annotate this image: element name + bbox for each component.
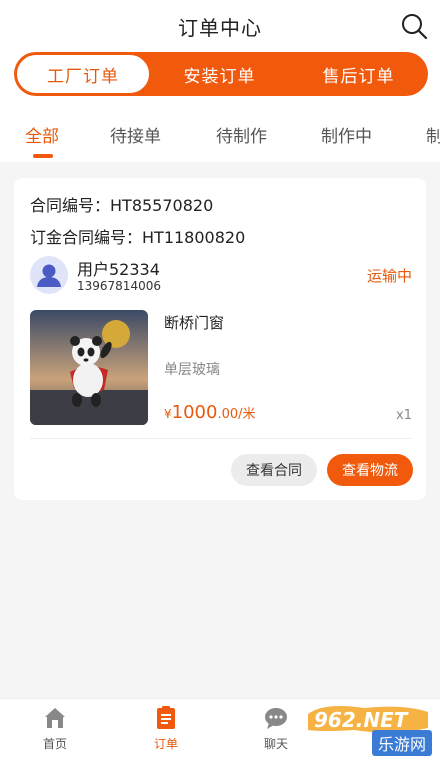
search-icon[interactable] xyxy=(400,12,428,40)
segment-install-orders[interactable]: 安装订单 xyxy=(150,54,289,94)
product-image[interactable] xyxy=(30,310,148,425)
product-spec: 单层玻璃 xyxy=(164,362,220,378)
watermark-text: 乐游网 xyxy=(371,730,432,756)
contract-value: HT85570820 xyxy=(110,196,214,215)
segment-factory-orders[interactable]: 工厂订单 xyxy=(16,54,150,94)
user-name: 用户52334 xyxy=(77,260,160,279)
chat-icon xyxy=(265,708,287,729)
status-tabs: 全部 待接单 待制作 制作中 制 xyxy=(0,108,440,162)
page-title: 订单中心 xyxy=(178,16,262,40)
order-type-segment: 工厂订单 安装订单 售后订单 xyxy=(14,52,428,96)
product-price: ¥1000.00/米 xyxy=(164,402,256,423)
nav-label-home: 首页 xyxy=(42,737,67,751)
order-icon xyxy=(157,706,175,729)
nav-item-orders[interactable]: 订单 xyxy=(136,705,196,752)
tab-all[interactable]: 全部 xyxy=(25,122,59,147)
price-integer: 1000 xyxy=(171,402,218,423)
price-unit: /米 xyxy=(238,407,256,422)
home-icon xyxy=(45,708,65,728)
avatar xyxy=(30,256,68,294)
product-quantity: x1 xyxy=(396,408,412,423)
order-card[interactable]: 合同编号：HT85570820 订金合同编号：HT11800820 用户5233… xyxy=(14,178,426,500)
top-bar: 订单中心 xyxy=(0,0,440,52)
segment-aftersale-orders[interactable]: 售后订单 xyxy=(289,54,428,94)
deposit-value: HT11800820 xyxy=(142,228,246,247)
view-logistics-button[interactable]: 查看物流 xyxy=(327,454,413,486)
tab-indicator xyxy=(33,154,53,158)
tab-pending-make[interactable]: 待制作 xyxy=(216,122,267,147)
nav-item-home[interactable]: 首页 xyxy=(25,705,85,752)
view-contract-button[interactable]: 查看合同 xyxy=(231,454,317,486)
nav-label-orders: 订单 xyxy=(153,737,178,751)
tab-more[interactable]: 制 xyxy=(426,122,440,147)
deposit-label: 订金合同编号： xyxy=(30,228,143,247)
tab-making[interactable]: 制作中 xyxy=(321,122,372,147)
price-decimal: .00 xyxy=(217,407,239,422)
contract-number: 合同编号：HT85570820 xyxy=(30,192,213,216)
nav-label-chat: 聊天 xyxy=(263,737,288,751)
order-type-bar: 工厂订单 安装订单 售后订单 xyxy=(0,52,440,108)
deposit-contract-number: 订金合同编号：HT11800820 xyxy=(30,224,245,248)
price-currency: ¥ xyxy=(164,407,172,421)
tab-pending-accept[interactable]: 待接单 xyxy=(110,122,161,147)
status-badge: 运输中 xyxy=(366,267,412,285)
card-divider xyxy=(30,438,412,439)
nav-item-chat[interactable]: 聊天 xyxy=(246,705,306,752)
user-icon xyxy=(37,264,61,287)
user-phone: 13967814006 xyxy=(77,279,161,293)
product-name: 断桥门窗 xyxy=(164,314,225,332)
contract-label: 合同编号： xyxy=(30,196,111,215)
svg-text:962.NET: 962.NET xyxy=(314,708,409,732)
